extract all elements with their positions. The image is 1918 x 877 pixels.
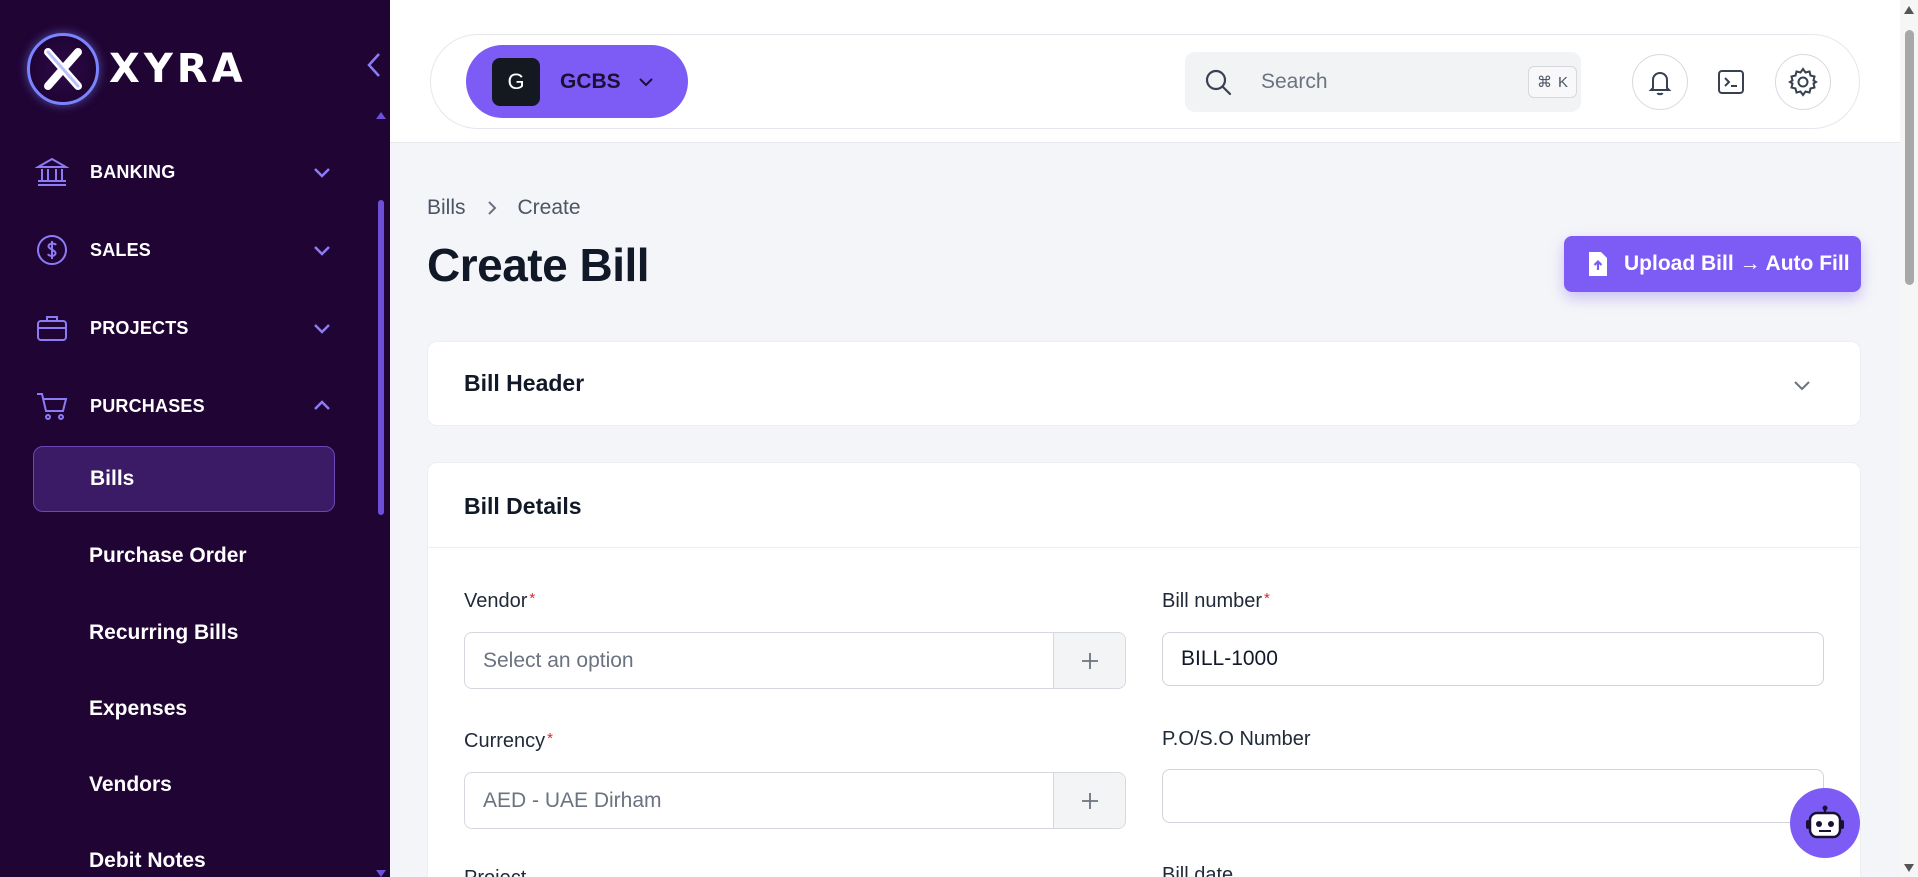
tenant-avatar: G xyxy=(492,57,540,106)
sidebar-scroll-up[interactable] xyxy=(376,112,386,119)
vendor-select[interactable]: Select an option xyxy=(464,632,1126,689)
sidebar-section-sales[interactable]: SALES xyxy=(34,230,334,270)
assistant-bot-button[interactable] xyxy=(1790,788,1860,858)
chevron-down-icon xyxy=(314,324,330,334)
chevron-right-icon xyxy=(487,201,496,215)
plus-icon xyxy=(1081,652,1098,669)
breadcrumb: Bills Create xyxy=(427,196,581,220)
shortcut-key: K xyxy=(1557,73,1568,91)
currency-label: Currency * xyxy=(464,730,553,752)
breadcrumb-create: Create xyxy=(517,196,581,219)
bill-date-label: Bill date xyxy=(1162,864,1234,877)
currency-value: AED - UAE Dirham xyxy=(483,788,662,812)
page-title: Create Bill xyxy=(427,239,650,291)
notifications-button[interactable] xyxy=(1632,54,1688,110)
sidebar-section-label: BANKING xyxy=(90,161,176,182)
gear-icon xyxy=(1788,67,1818,97)
breadcrumb-bills[interactable]: Bills xyxy=(427,196,466,220)
search-input[interactable]: Search xyxy=(1261,70,1328,94)
sidebar-item-expenses[interactable]: Expenses xyxy=(33,676,335,742)
bill-number-label: Bill number * xyxy=(1162,590,1270,612)
bill-details-title: Bill Details xyxy=(464,493,582,519)
upload-bill-button[interactable]: Upload Bill → Auto Fill xyxy=(1564,236,1861,292)
add-currency-button[interactable] xyxy=(1053,773,1125,828)
tenant-name: GCBS xyxy=(560,69,621,93)
brand-name: XYRA xyxy=(109,46,247,92)
scroll-down-arrow[interactable] xyxy=(1904,864,1914,872)
chevron-left-icon xyxy=(367,53,380,77)
brand-logo[interactable]: XYRA xyxy=(27,33,247,105)
vendor-label: Vendor * xyxy=(464,590,536,612)
sidebar-section-projects[interactable]: PROJECTS xyxy=(34,308,334,348)
upload-file-icon xyxy=(1589,252,1607,276)
bell-icon xyxy=(1648,71,1672,96)
sidebar-item-purchase-order[interactable]: Purchase Order xyxy=(33,523,335,589)
sidebar-item-vendors[interactable]: Vendors xyxy=(33,752,335,818)
sidebar-item-recurring-bills[interactable]: Recurring Bills xyxy=(33,600,335,666)
chevron-up-icon xyxy=(314,400,330,410)
scroll-thumb[interactable] xyxy=(1905,30,1914,285)
section-divider xyxy=(428,547,1860,548)
sidebar-item-debit-notes[interactable]: Debit Notes xyxy=(33,828,335,877)
cart-icon xyxy=(34,388,70,424)
settings-button[interactable] xyxy=(1775,54,1831,110)
search-bar[interactable]: Search ⌘ K xyxy=(1185,52,1581,112)
search-shortcut-badge: ⌘ K xyxy=(1527,66,1577,98)
briefcase-icon xyxy=(34,310,70,346)
collapse-sidebar-button[interactable] xyxy=(362,50,386,80)
search-icon xyxy=(1205,69,1232,96)
sidebar-scroll-down[interactable] xyxy=(376,870,386,877)
po-number-input[interactable] xyxy=(1162,769,1824,823)
terminal-button[interactable] xyxy=(1703,54,1759,110)
sidebar-item-bills[interactable]: Bills xyxy=(33,446,335,512)
sidebar-section-label: PURCHASES xyxy=(90,395,205,416)
currency-select[interactable]: AED - UAE Dirham xyxy=(464,772,1126,829)
chevron-down-icon[interactable] xyxy=(1792,375,1812,395)
xyra-logo-icon xyxy=(27,33,99,105)
po-number-label: P.O/S.O Number xyxy=(1162,728,1311,750)
bank-icon xyxy=(34,154,70,190)
sidebar: XYRA BANKING SALES PROJECTS PURCHASES Bi… xyxy=(0,0,390,877)
project-label: Project xyxy=(464,867,526,877)
vendor-placeholder: Select an option xyxy=(483,648,634,672)
command-key-icon: ⌘ xyxy=(1536,74,1552,91)
scroll-up-arrow[interactable] xyxy=(1904,6,1914,14)
bill-header-title: Bill Header xyxy=(464,370,585,396)
bill-header-section[interactable]: Bill Header xyxy=(427,341,1861,426)
chevron-down-icon xyxy=(314,168,330,178)
tenant-switcher[interactable]: G GCBS xyxy=(466,45,688,118)
sidebar-section-label: SALES xyxy=(90,239,152,260)
sidebar-section-label: PROJECTS xyxy=(90,317,189,338)
page-scrollbar[interactable] xyxy=(1900,0,1918,877)
add-vendor-button[interactable] xyxy=(1053,633,1125,688)
terminal-icon xyxy=(1718,70,1744,94)
upload-bill-label: Upload Bill → Auto Fill xyxy=(1624,252,1850,275)
robot-icon xyxy=(1806,805,1844,839)
plus-icon xyxy=(1081,792,1098,809)
chevron-down-icon xyxy=(314,246,330,256)
dollar-icon xyxy=(34,232,70,268)
chevron-down-icon xyxy=(638,77,653,86)
sidebar-section-banking[interactable]: BANKING xyxy=(34,152,334,192)
sidebar-section-purchases[interactable]: PURCHASES xyxy=(34,386,334,426)
bill-number-input[interactable]: BILL-1000 xyxy=(1162,632,1824,686)
sidebar-scrollbar[interactable] xyxy=(378,200,384,515)
